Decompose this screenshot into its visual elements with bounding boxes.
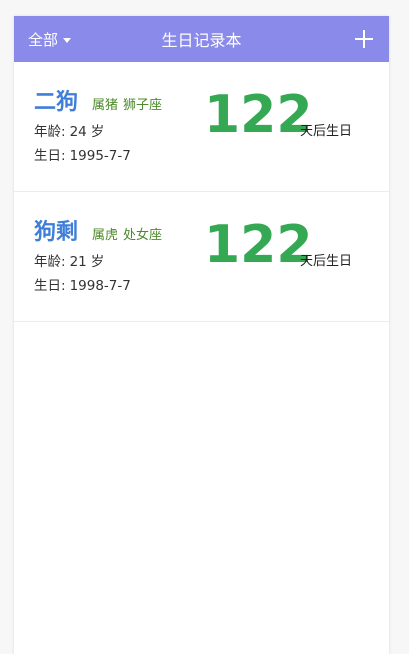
birthday-card[interactable]: 二狗 属猪 狮子座 年龄: 24 岁 生日: 1995-7-7 122 天后生日: [14, 62, 389, 192]
zodiac-tag: 属猪: [92, 98, 119, 113]
age-label: 年龄:: [34, 124, 66, 140]
birthday-value: 1995-7-7: [69, 148, 131, 164]
days-suffix: 天后生日: [300, 124, 353, 139]
birthday-line: 生日: 1998-7-7: [34, 274, 131, 294]
app-header: 全部 生日记录本: [14, 16, 389, 62]
name-row: 二狗 属猪 狮子座: [34, 84, 162, 116]
age-unit: 岁: [90, 254, 105, 270]
age-line: 年龄: 21 岁: [34, 250, 104, 270]
age-value: 24: [69, 124, 87, 140]
name-row: 狗剩 属虎 处女座: [34, 214, 162, 246]
days-countdown: 122: [204, 85, 313, 145]
birthday-card[interactable]: 狗剩 属虎 处女座 年龄: 21 岁 生日: 1998-7-7 122 天后生日: [14, 192, 389, 322]
age-unit: 岁: [90, 124, 105, 140]
birthday-label: 生日:: [34, 148, 66, 164]
person-name: 二狗: [34, 90, 79, 115]
days-countdown: 122: [204, 215, 313, 275]
app-screen: 全部 生日记录本 二狗 属猪 狮子座 年龄: 24 岁 生日: 1995-7-7 12…: [14, 16, 389, 654]
age-value: 21: [69, 254, 87, 270]
birthday-label: 生日:: [34, 278, 66, 294]
age-label: 年龄:: [34, 254, 66, 270]
constellation-tag: 狮子座: [123, 98, 163, 113]
filter-label: 全部: [28, 30, 59, 49]
filter-dropdown[interactable]: 全部: [28, 29, 72, 50]
chevron-down-icon: [63, 37, 72, 43]
birthday-line: 生日: 1995-7-7: [34, 144, 131, 164]
plus-icon[interactable]: [355, 30, 373, 48]
birthday-value: 1998-7-7: [69, 278, 131, 294]
days-suffix: 天后生日: [300, 254, 353, 269]
constellation-tag: 处女座: [123, 228, 163, 243]
zodiac-tag: 属虎: [92, 228, 119, 243]
person-name: 狗剩: [34, 220, 79, 245]
age-line: 年龄: 24 岁: [34, 120, 104, 140]
